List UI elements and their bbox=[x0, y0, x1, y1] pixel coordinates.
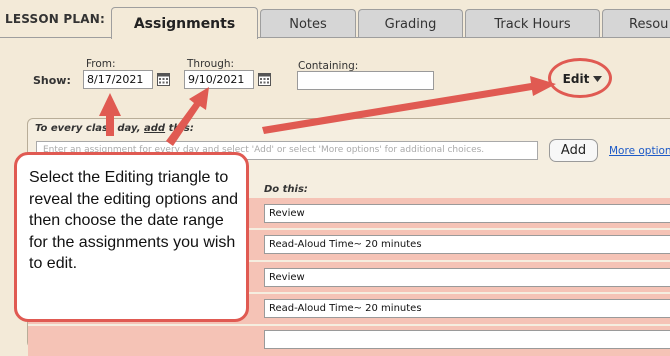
tab-divider bbox=[0, 37, 670, 38]
tab-track-hours[interactable]: Track Hours bbox=[465, 9, 600, 38]
tab-label: Track Hours bbox=[494, 16, 571, 32]
tab-label: Grading bbox=[384, 16, 437, 32]
tab-label: Resou bbox=[629, 16, 669, 32]
tab-resources[interactable]: Resou bbox=[602, 9, 670, 38]
assignment-row-field[interactable]: Review bbox=[264, 204, 670, 223]
tab-bar: LESSON PLAN: Assignments Notes Grading T… bbox=[0, 0, 670, 39]
tab-grading[interactable]: Grading bbox=[358, 9, 463, 38]
more-options-link[interactable]: More options bbox=[609, 145, 670, 157]
add-button[interactable]: Add bbox=[549, 139, 598, 162]
assignment-row-field[interactable]: Review bbox=[264, 268, 670, 287]
tab-assignments[interactable]: Assignments bbox=[111, 7, 258, 39]
through-date-field[interactable]: 9/10/2021 bbox=[184, 70, 254, 89]
lesson-plan-label: LESSON PLAN: bbox=[5, 12, 105, 26]
show-label: Show: bbox=[33, 74, 71, 87]
instruction-callout: Select the Editing triangle to reveal th… bbox=[14, 152, 249, 322]
calendar-icon[interactable] bbox=[157, 72, 170, 86]
add-link[interactable]: add bbox=[144, 123, 165, 134]
tab-label: Notes bbox=[289, 16, 327, 32]
edit-highlight-circle bbox=[548, 58, 612, 98]
calendar-icon[interactable] bbox=[258, 72, 271, 86]
add-every-day-suffix: this: bbox=[165, 123, 194, 134]
assignment-row-field[interactable]: Read-Aloud Time~ 20 minutes bbox=[264, 235, 670, 254]
assignment-row-field[interactable] bbox=[264, 330, 670, 349]
add-every-day-label: To every class day, add this: bbox=[35, 123, 194, 134]
containing-field[interactable] bbox=[297, 71, 434, 90]
assignment-row-field[interactable]: Read-Aloud Time~ 20 minutes bbox=[264, 299, 670, 318]
add-every-day-prefix: To every class day, bbox=[35, 123, 145, 134]
through-label: Through: bbox=[187, 58, 235, 70]
from-label: From: bbox=[86, 58, 116, 70]
tab-notes[interactable]: Notes bbox=[260, 9, 356, 38]
tab-label: Assignments bbox=[133, 15, 236, 32]
do-this-label: Do this: bbox=[264, 184, 308, 195]
from-date-field[interactable]: 8/17/2021 bbox=[83, 70, 153, 89]
